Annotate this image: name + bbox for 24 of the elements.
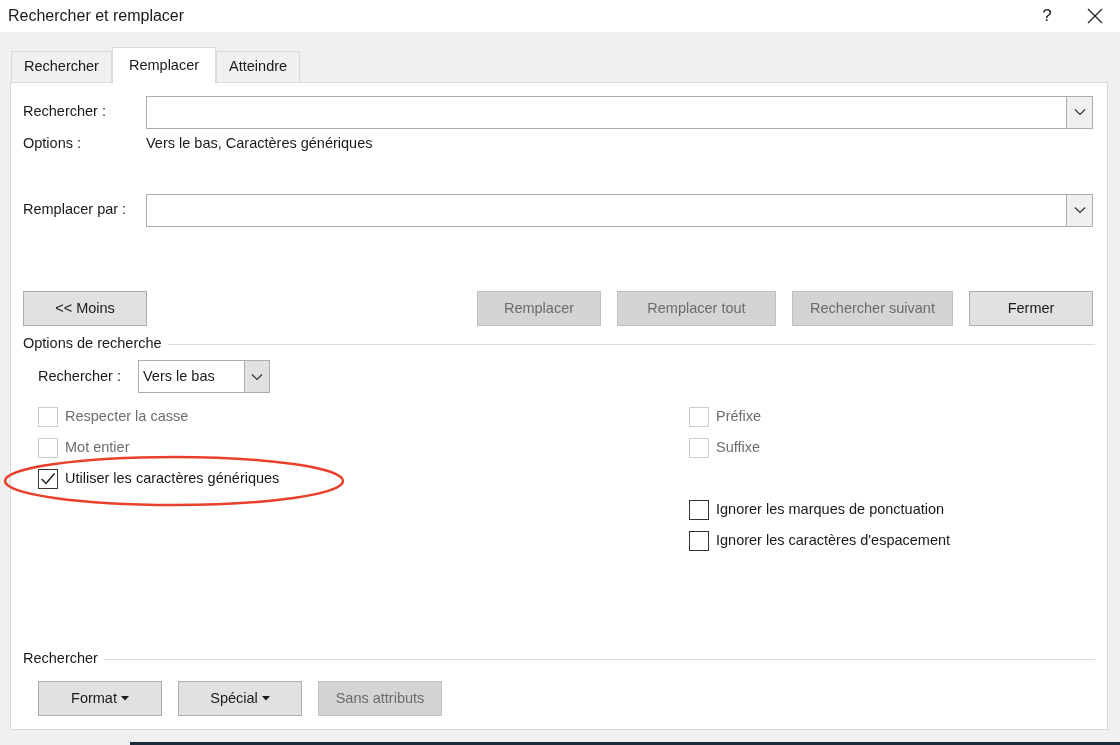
help-button[interactable]: ? <box>1024 3 1070 29</box>
direction-label: Rechercher : <box>38 366 122 386</box>
group-title: Rechercher <box>23 649 99 669</box>
dialog-button[interactable]: << Moins <box>23 291 147 326</box>
checkbox-label: Suffixe <box>716 437 761 457</box>
checkbox-label: Ignorer les marques de ponctuation <box>716 499 945 519</box>
group-title: Options de recherche <box>23 334 163 354</box>
checkbox-label: Respecter la casse <box>65 406 189 426</box>
direction-dropdown[interactable]: Vers le bas <box>138 360 270 393</box>
dropdown-button[interactable]: Spécial <box>178 681 302 716</box>
options-label: Options : <box>23 134 83 154</box>
field-label: Rechercher : <box>23 102 107 122</box>
window-title: Rechercher et remplacer <box>8 6 185 26</box>
checkbox-label: Utiliser les caractères génériques <box>65 468 280 488</box>
dropdown-button[interactable]: Format <box>38 681 162 716</box>
field-label: Remplacer par : <box>23 200 128 220</box>
tab[interactable]: Atteindre <box>216 51 301 82</box>
checkbox-label: Préfixe <box>716 406 762 426</box>
dialog-button[interactable]: Fermer <box>969 291 1093 326</box>
options-summary: Vers le bas, Caractères génériques <box>146 134 373 154</box>
tab[interactable]: Remplacer <box>111 47 217 83</box>
checkbox-label: Mot entier <box>65 437 130 457</box>
checkbox-label: Ignorer les caractères d'espacement <box>716 530 951 550</box>
tab[interactable]: Rechercher <box>11 51 112 82</box>
